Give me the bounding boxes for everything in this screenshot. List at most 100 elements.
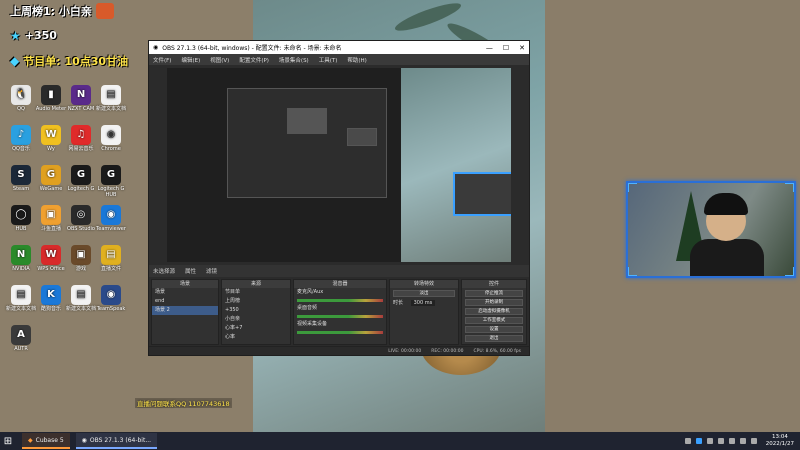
tray-icon[interactable] <box>695 438 702 444</box>
tray-icon[interactable] <box>684 438 691 444</box>
close-button[interactable]: ✕ <box>519 44 525 52</box>
scene-item[interactable]: end <box>152 297 218 306</box>
desktop-icon[interactable]: ◉ Chrome <box>94 125 128 152</box>
obs-icon: ◉ <box>81 436 87 444</box>
network-icon[interactable] <box>728 438 735 444</box>
ime-icon[interactable] <box>750 438 757 444</box>
source-item[interactable]: 上周榜 <box>222 297 290 306</box>
schedule-text: 节目单: 10点30甘油 <box>23 54 129 68</box>
source-item[interactable]: 心率+7 <box>222 324 290 333</box>
start-recording-button[interactable]: 开始录制 <box>465 299 523 306</box>
desktop-icon[interactable]: ▮ Audio Meter <box>34 85 68 112</box>
diamond-icon: ◆ <box>10 53 20 68</box>
desktop-icon[interactable]: ◎ OBS Studio <box>64 205 98 232</box>
desktop-icon[interactable]: A AUTR <box>4 325 38 352</box>
obs-window[interactable]: ◉ OBS 27.1.3 (64-bit, windows) - 配置文件: 未… <box>148 40 530 356</box>
desktop-icon[interactable]: W Wy <box>34 125 68 152</box>
app-icon: ▤ <box>71 285 91 305</box>
desktop-icon-label: 直播文件 <box>100 266 121 272</box>
desktop-icon[interactable]: ▣ 游戏 <box>64 245 98 272</box>
desktop-icon[interactable]: N NZXT CAM <box>64 85 98 112</box>
desktop-icon-label: Logitech G HUB <box>97 186 125 198</box>
desktop-icon-label: TeamSpeak <box>96 306 126 312</box>
stop-streaming-button[interactable]: 停止推流 <box>465 290 523 297</box>
desktop-icon[interactable]: ▤ 新建文本文档 <box>4 285 38 312</box>
obs-preview[interactable] <box>167 68 511 262</box>
exit-button[interactable]: 退出 <box>465 335 523 342</box>
menu-item[interactable]: 工具(T) <box>319 56 338 64</box>
desktop-icon[interactable]: ◉ TeamSpeak <box>94 285 128 312</box>
tray-icon[interactable] <box>706 438 713 444</box>
counter-row: ★ +350 <box>10 27 57 44</box>
desktop-icon[interactable]: K 酷狗音乐 <box>34 285 68 312</box>
top-viewer-avatar <box>95 2 114 19</box>
weekly-top-row: 上周榜1: 小白亲 <box>10 2 114 19</box>
tray-icon[interactable] <box>717 438 724 444</box>
desktop-icon[interactable]: ♪ QQ音乐 <box>4 125 38 152</box>
volume-icon[interactable] <box>739 438 746 444</box>
preview-webcam-source[interactable] <box>453 172 511 216</box>
menu-item[interactable]: 文件(F) <box>153 56 171 64</box>
app-icon: S <box>11 165 31 185</box>
properties-button[interactable]: 属性 <box>185 267 196 275</box>
menu-item[interactable]: 场景集合(S) <box>279 56 309 64</box>
cpu-fps: CPU: 8.6%, 60.00 fps <box>473 348 522 354</box>
desktop-icon[interactable]: G WeGame <box>34 165 68 192</box>
transitions-title: 转场特效 <box>390 280 458 288</box>
menu-item[interactable]: 配置文件(P) <box>239 56 269 64</box>
virtual-camera-button[interactable]: 启动虚拟摄像机 <box>465 308 523 315</box>
controls-title: 控件 <box>462 280 526 288</box>
desktop-icon[interactable]: 🐧 QQ <box>4 85 38 112</box>
desktop-icon[interactable]: ▤ 直播文件 <box>94 245 128 272</box>
windows-start-icon[interactable]: ⊞ <box>0 432 16 450</box>
desktop-icon[interactable]: ▤ 新建文本文档 <box>94 85 128 112</box>
scene-item-selected[interactable]: 场景 2 <box>152 306 218 315</box>
studio-mode-button[interactable]: 工作室模式 <box>465 317 523 324</box>
controls-dock: 控件 停止推流 开始录制 启动虚拟摄像机 工作室模式 设置 退出 <box>461 279 527 345</box>
desktop-icon[interactable]: ◉ Teamviewer <box>94 205 128 232</box>
source-item[interactable]: 小自亲 <box>222 315 290 324</box>
transition-select[interactable]: 淡出 <box>393 290 455 297</box>
settings-button[interactable]: 设置 <box>465 326 523 333</box>
desktop-icon-label: Teamviewer <box>96 226 126 232</box>
duration-input[interactable]: 300 ms <box>410 300 436 306</box>
taskbar-obs[interactable]: ◉ OBS 27.1.3 (64-bit... <box>75 433 158 449</box>
app-icon: ♫ <box>71 125 91 145</box>
desktop-icon-label: 新建文本文档 <box>65 306 96 312</box>
taskbar-cubase[interactable]: ◆ Cubase 5 <box>22 433 70 449</box>
source-item[interactable]: 心率 <box>222 333 290 342</box>
menu-item[interactable]: 编辑(E) <box>181 56 200 64</box>
desktop-icon[interactable]: G Logitech G <box>64 165 98 192</box>
desktop-icon-label: Wy <box>47 146 55 152</box>
menu-item[interactable]: 帮助(H) <box>347 56 366 64</box>
filters-button[interactable]: 滤镜 <box>206 267 217 275</box>
scene-item[interactable]: 场景 <box>152 288 218 297</box>
desktop-icon[interactable]: N NVIDIA <box>4 245 38 272</box>
taskbar: ⊞ ◆ Cubase 5 ◉ OBS 27.1.3 (64-bit... 13:… <box>0 432 800 450</box>
desktop-icon-label: Steam <box>12 186 30 192</box>
obs-menu-bar: 文件(F) 编辑(E) 视图(V) 配置文件(P) 场景集合(S) 工具(T) 帮助(H) <box>149 54 529 65</box>
desktop-icon[interactable]: ♫ 网易云音乐 <box>64 125 98 152</box>
source-item[interactable]: 节目单 <box>222 288 290 297</box>
desktop-icon[interactable]: ▣ 斗鱼直播 <box>34 205 68 232</box>
maximize-button[interactable]: ☐ <box>503 44 509 52</box>
desktop-icon[interactable]: G Logitech G HUB <box>94 165 128 198</box>
nested-cam <box>347 128 377 146</box>
no-source-label: 未选择源 <box>153 269 176 275</box>
minimize-button[interactable]: — <box>486 44 493 52</box>
desktop-icon[interactable]: ▤ 新建文本文档 <box>64 285 98 312</box>
desktop-icon[interactable]: W WPS Office <box>34 245 68 272</box>
app-icon: ▮ <box>41 85 61 105</box>
app-icon: ◉ <box>101 205 121 225</box>
obs-title-bar[interactable]: ◉ OBS 27.1.3 (64-bit, windows) - 配置文件: 未… <box>149 41 529 54</box>
system-tray: 13:04 2022/1/27 <box>684 434 800 448</box>
desktop-icon-label: Audio Meter <box>35 106 67 112</box>
clock[interactable]: 13:04 2022/1/27 <box>766 434 794 448</box>
desktop-icon[interactable]: S Steam <box>4 165 38 192</box>
source-item[interactable]: +350 <box>222 306 290 315</box>
app-icon: ◉ <box>101 125 121 145</box>
desktop-icon[interactable]: ◯ HUB <box>4 205 38 232</box>
stream-overlay-banner: 上周榜1: 小白亲 ★ +350 ◆ 节目单: 10点30甘油 <box>0 0 150 72</box>
app-icon: K <box>41 285 61 305</box>
menu-item[interactable]: 视图(V) <box>210 56 229 64</box>
